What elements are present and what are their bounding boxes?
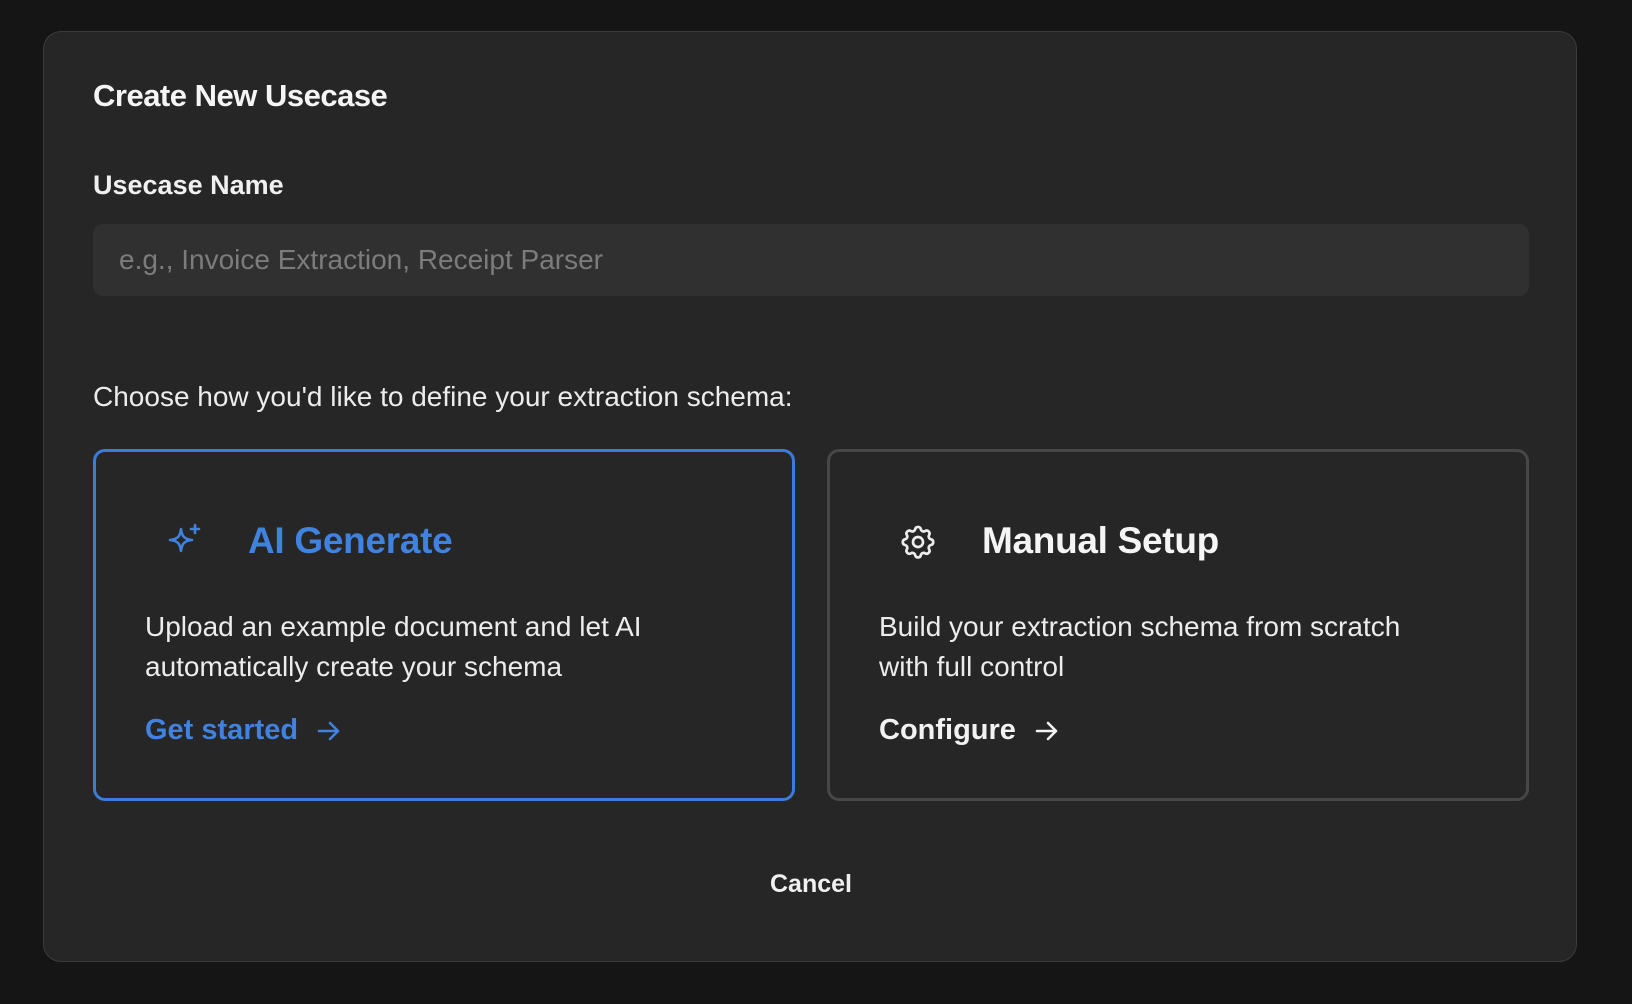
get-started-link[interactable]: Get started — [145, 714, 342, 747]
ai-generate-description: Upload an example document and let AI au… — [145, 611, 642, 682]
manual-setup-card[interactable]: Manual Setup Build your extraction schem… — [827, 449, 1529, 801]
cancel-button[interactable]: Cancel — [744, 857, 878, 911]
create-usecase-dialog: Create New Usecase Usecase Name Choose h… — [43, 31, 1577, 962]
manual-setup-title: Manual Setup — [982, 520, 1219, 561]
get-started-label: Get started — [145, 714, 299, 746]
ai-generate-card[interactable]: AI Generate Upload an example document a… — [93, 449, 795, 801]
ai-generate-title: AI Generate — [248, 520, 453, 561]
dialog-title: Create New Usecase — [93, 78, 388, 113]
sparkles-icon — [168, 523, 201, 553]
gear-icon — [901, 525, 935, 559]
usecase-name-input[interactable] — [93, 224, 1529, 296]
arrow-right-icon — [1035, 721, 1058, 740]
configure-link[interactable]: Configure — [879, 714, 1060, 747]
manual-setup-description: Build your extraction schema from scratc… — [879, 611, 1401, 682]
arrow-right-icon — [317, 721, 340, 740]
usecase-name-label: Usecase Name — [93, 170, 284, 200]
configure-label: Configure — [879, 714, 1016, 746]
schema-choice-prompt: Choose how you'd like to define your ext… — [93, 381, 793, 412]
